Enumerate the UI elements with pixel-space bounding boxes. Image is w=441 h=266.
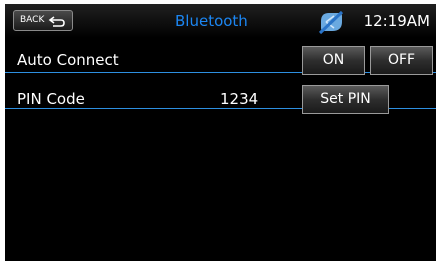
status-bar: BACK Bluetooth 12:19AM — [5, 4, 436, 38]
pin-code-value: 1234 — [220, 90, 259, 108]
return-arrow-icon — [48, 16, 65, 27]
back-button-label: BACK — [20, 15, 45, 25]
row-divider — [5, 72, 302, 73]
back-button[interactable]: BACK — [13, 10, 73, 31]
pin-code-label: PIN Code — [17, 90, 85, 108]
clock: 12:19AM — [363, 12, 430, 30]
auto-connect-on-button[interactable]: ON — [302, 46, 365, 75]
auto-connect-label: Auto Connect — [17, 51, 119, 69]
row-divider — [433, 72, 436, 73]
auto-connect-off-button[interactable]: OFF — [370, 46, 433, 75]
row-divider — [389, 108, 436, 109]
row-divider — [5, 108, 302, 109]
set-pin-button[interactable]: Set PIN — [302, 85, 389, 114]
row-divider — [365, 72, 370, 73]
bluetooth-disconnected-icon — [318, 10, 344, 35]
bluetooth-screen: BACK Bluetooth 12:19AM Auto Connect ON O… — [5, 4, 436, 261]
screen-title: Bluetooth — [175, 12, 248, 30]
